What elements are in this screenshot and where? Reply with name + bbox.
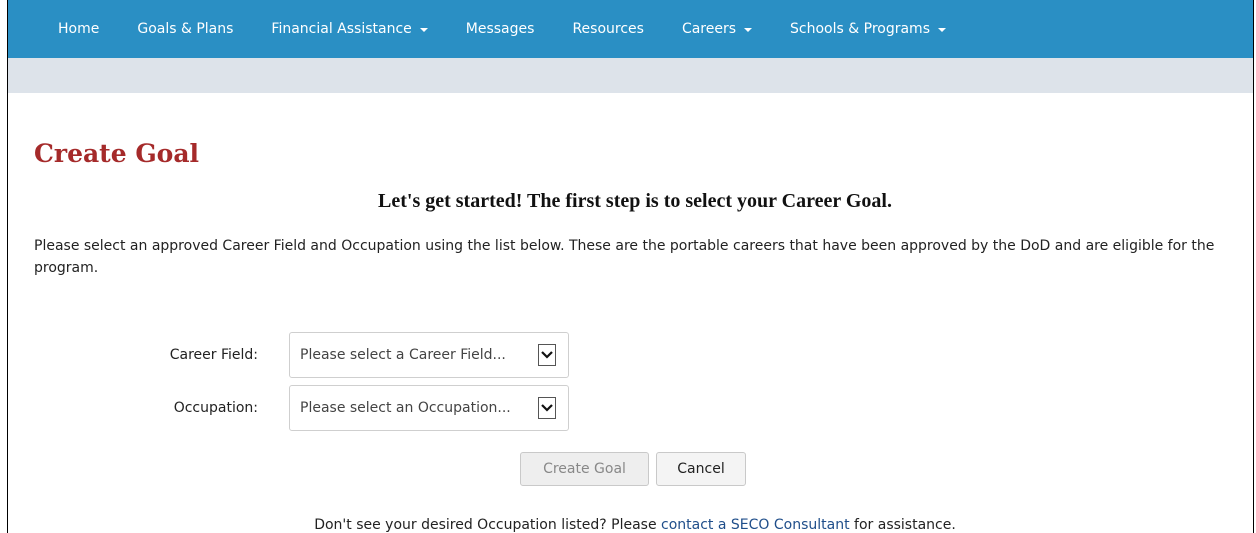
nav-item-messages[interactable]: Messages [447, 0, 554, 58]
caret-down-icon [937, 28, 946, 32]
nav-item-home[interactable]: Home [8, 0, 118, 58]
chevron-down-icon[interactable] [538, 344, 556, 366]
form-buttons: Create Goal Cancel [520, 452, 753, 486]
create-goal-button[interactable]: Create Goal [520, 452, 649, 486]
help-text: Don't see your desired Occupation listed… [34, 517, 1236, 533]
contact-seco-consultant-link[interactable]: contact a SECO Consultant [661, 517, 850, 533]
help-text-prefix: Don't see your desired Occupation listed… [314, 517, 662, 533]
nav-item-label: Home [58, 21, 100, 37]
occupation-label: Occupation: [173, 400, 258, 416]
intro-text: Please select an approved Career Field a… [34, 238, 1215, 276]
caret-down-icon [419, 28, 428, 32]
nav-item-schools-programs[interactable]: Schools & Programs [771, 0, 965, 58]
occupation-select[interactable]: Please select an Occupation... [289, 385, 569, 431]
nav-item-label: Careers [681, 21, 737, 37]
page-title: Create Goal [34, 139, 200, 168]
nav-item-label: Schools & Programs [790, 21, 930, 37]
nav-item-goals-plans[interactable]: Goals & Plans [118, 0, 252, 58]
occupation-selected-value: Please select an Occupation... [300, 400, 511, 416]
nav-item-label: Financial Assistance [271, 21, 412, 37]
nav-item-resources[interactable]: Resources [553, 0, 663, 58]
page-subheading: Let's get started! The first step is to … [378, 190, 892, 212]
career-field-label: Career Field: [169, 347, 258, 363]
window-left-edge [0, 0, 8, 533]
career-field-select[interactable]: Please select a Career Field... [289, 332, 569, 378]
chevron-down-icon[interactable] [538, 397, 556, 419]
nav-item-label: Goals & Plans [137, 21, 234, 37]
nav-item-label: Messages [465, 21, 535, 37]
caret-down-icon [744, 28, 753, 32]
nav-item-careers[interactable]: Careers [663, 0, 771, 58]
nav-item-financial-assistance[interactable]: Financial Assistance [252, 0, 446, 58]
help-text-suffix: for assistance. [849, 517, 956, 533]
occupation-row: Occupation: Please select an Occupation.… [34, 385, 569, 431]
secondary-bar [8, 58, 1253, 93]
main-navbar: Home Goals & Plans Financial Assistance … [8, 0, 1253, 58]
cancel-button[interactable]: Cancel [656, 452, 746, 486]
career-field-row: Career Field: Please select a Career Fie… [34, 332, 569, 378]
career-field-selected-value: Please select a Career Field... [300, 347, 506, 363]
nav-item-label: Resources [572, 21, 644, 37]
